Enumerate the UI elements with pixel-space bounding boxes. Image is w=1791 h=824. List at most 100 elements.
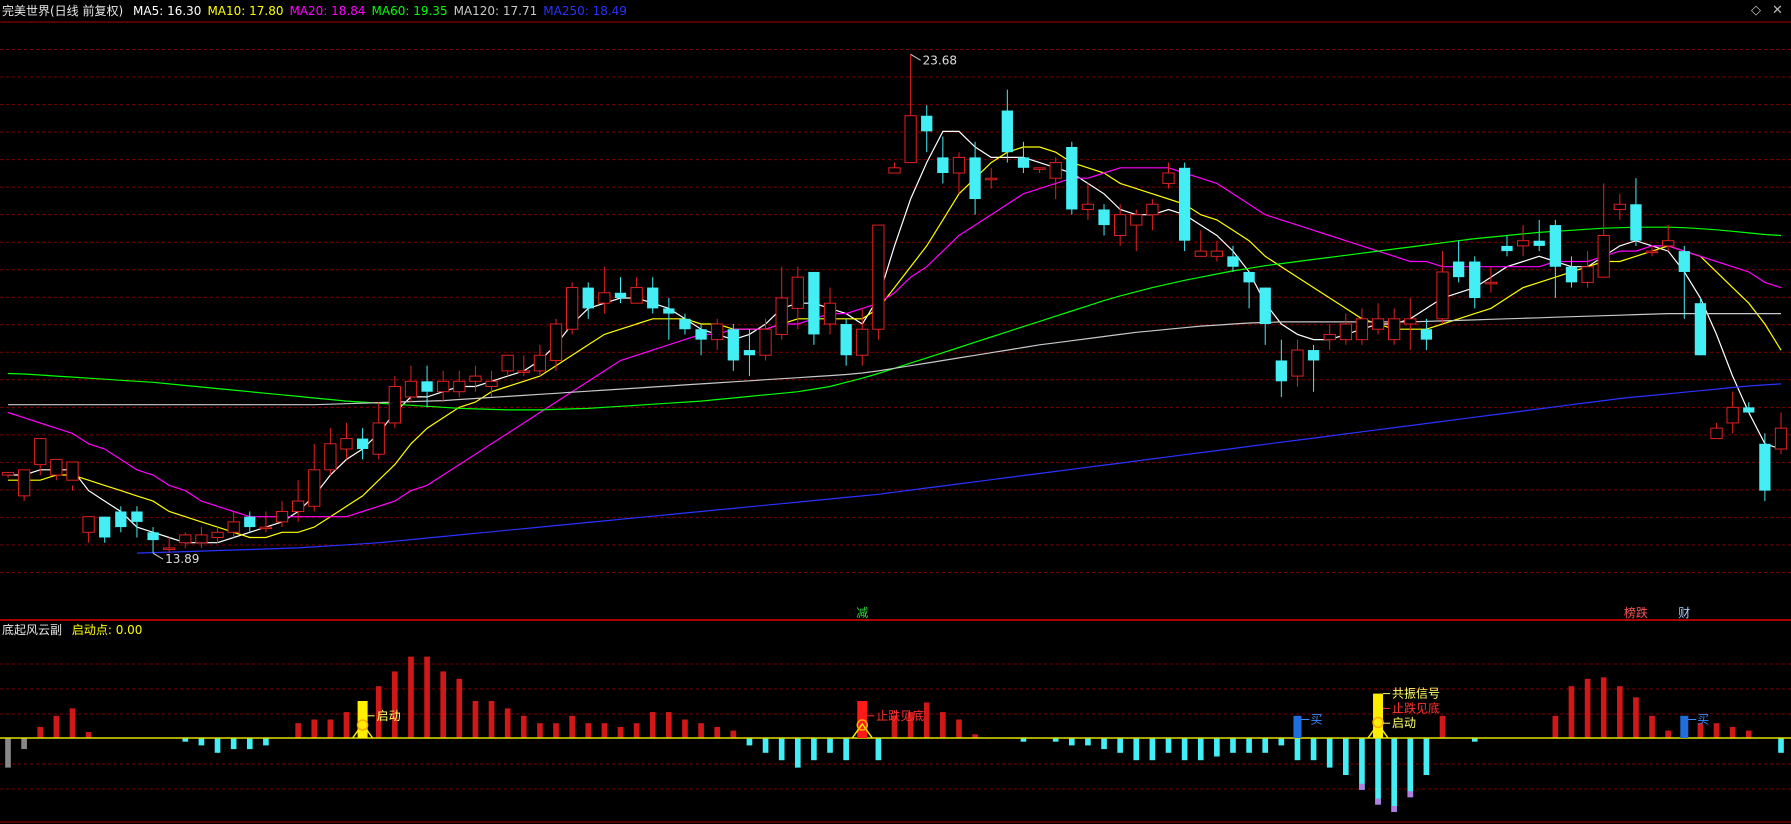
ma-legend-item: MA60: 19.35 [371,4,448,18]
indicator-bar [649,712,656,738]
candle-body [275,510,289,523]
indicator-cap [1407,791,1414,798]
candle-body [259,526,273,530]
candle-body [647,287,659,309]
indicator-bar [1085,738,1091,746]
candle-body [501,354,514,372]
candle-body [469,375,482,382]
ma120-line [8,313,1781,406]
candle-body [565,287,579,330]
candle-body [1678,251,1690,272]
indicator-bar [1149,738,1156,761]
candle-body [1049,162,1062,179]
indicator-bar [1391,738,1397,812]
candle-body [985,177,998,181]
event-marker: 减 [856,606,868,620]
ma-legend-item: MA250: 18.49 [543,4,627,18]
diamond-icon[interactable]: ◇ [1751,3,1761,18]
indicator-bar [327,719,334,738]
indicator-bar [1165,738,1172,753]
signal-label: 启动 [377,709,401,723]
indicator-bar [53,715,60,738]
candle-body [1484,281,1498,285]
candle-body [1130,214,1143,226]
candle-body [969,157,981,200]
indicator-bar [1214,738,1220,757]
candle-body [663,308,675,314]
candle-body [1420,329,1433,340]
candle-body [1227,256,1239,267]
indicator-bar [666,712,672,738]
indicator-bar [408,656,414,738]
candle-body [549,323,563,361]
candle-body [823,302,837,325]
indicator-bar [21,738,27,750]
indicator-bar [537,723,543,738]
indicator-bar [762,738,769,753]
ma250-line [136,383,1782,554]
candle-body [1210,250,1224,257]
indicator-bar [746,738,753,746]
candle-body [1581,266,1594,283]
indicator-bar [1713,723,1720,738]
candle-body [711,323,724,341]
indicator-bar [456,678,463,738]
indicator-bar [1633,697,1639,738]
indicator-bar [1778,738,1784,753]
candle-body [1275,360,1287,382]
candle-body [759,328,772,356]
indicator-bar [1600,677,1607,738]
candle-body [308,469,321,507]
candle-body [388,386,401,424]
indicator-bar [520,715,527,738]
indicator-bar [263,738,269,746]
candle-body [695,329,707,340]
candle-body [1066,146,1078,210]
sub-chart-title: 底起风云副 [2,623,63,637]
buy-flag-bar [1293,715,1302,738]
candle-body [340,438,353,450]
indicator-bar [569,715,575,738]
candle-body [1339,323,1352,341]
indicator-bar [1310,738,1317,761]
buy-label: 买 [1310,713,1322,727]
candle-body [1291,349,1304,377]
close-icon[interactable]: ✕ [1772,3,1783,18]
indicator-bar [246,738,253,750]
indicator-bar [601,723,608,738]
candle-body [99,516,111,538]
candle-body [1146,203,1159,216]
indicator-bar [956,719,962,738]
candle-body [115,511,127,528]
candle-body [404,380,418,398]
candle-body [840,324,852,356]
indicator-bar [1423,738,1430,775]
signal-label: 共振信号 [1392,687,1440,701]
indicator-bar [778,738,785,761]
candle-body [1565,266,1578,283]
buy-flag-bar [1680,715,1689,738]
indicator-bar [230,738,237,750]
candle-body [1323,333,1336,341]
candle-body [163,547,176,550]
ma-legend-item: MA20: 18.84 [289,4,366,18]
candle-body [1371,318,1385,330]
candle-body [1726,406,1739,424]
candle-body [517,370,530,373]
indicator-bar [1649,715,1655,738]
candle-body [82,516,95,533]
candle-body [1630,204,1642,241]
buy-label: 买 [1697,713,1709,727]
candle-body [1743,407,1755,413]
indicator-bar [1439,715,1446,738]
candle-body [324,443,337,471]
low-price-label: 13.89 [165,552,199,566]
indicator-bar [1584,678,1591,738]
candle-body [147,532,159,541]
indicator-bar [923,702,930,738]
candle-body [952,156,966,174]
indicator-cap [1391,806,1397,812]
candle-body [1081,203,1095,210]
ma-legend-item: MA10: 17.80 [207,4,284,18]
indicator-bar [1375,738,1381,805]
